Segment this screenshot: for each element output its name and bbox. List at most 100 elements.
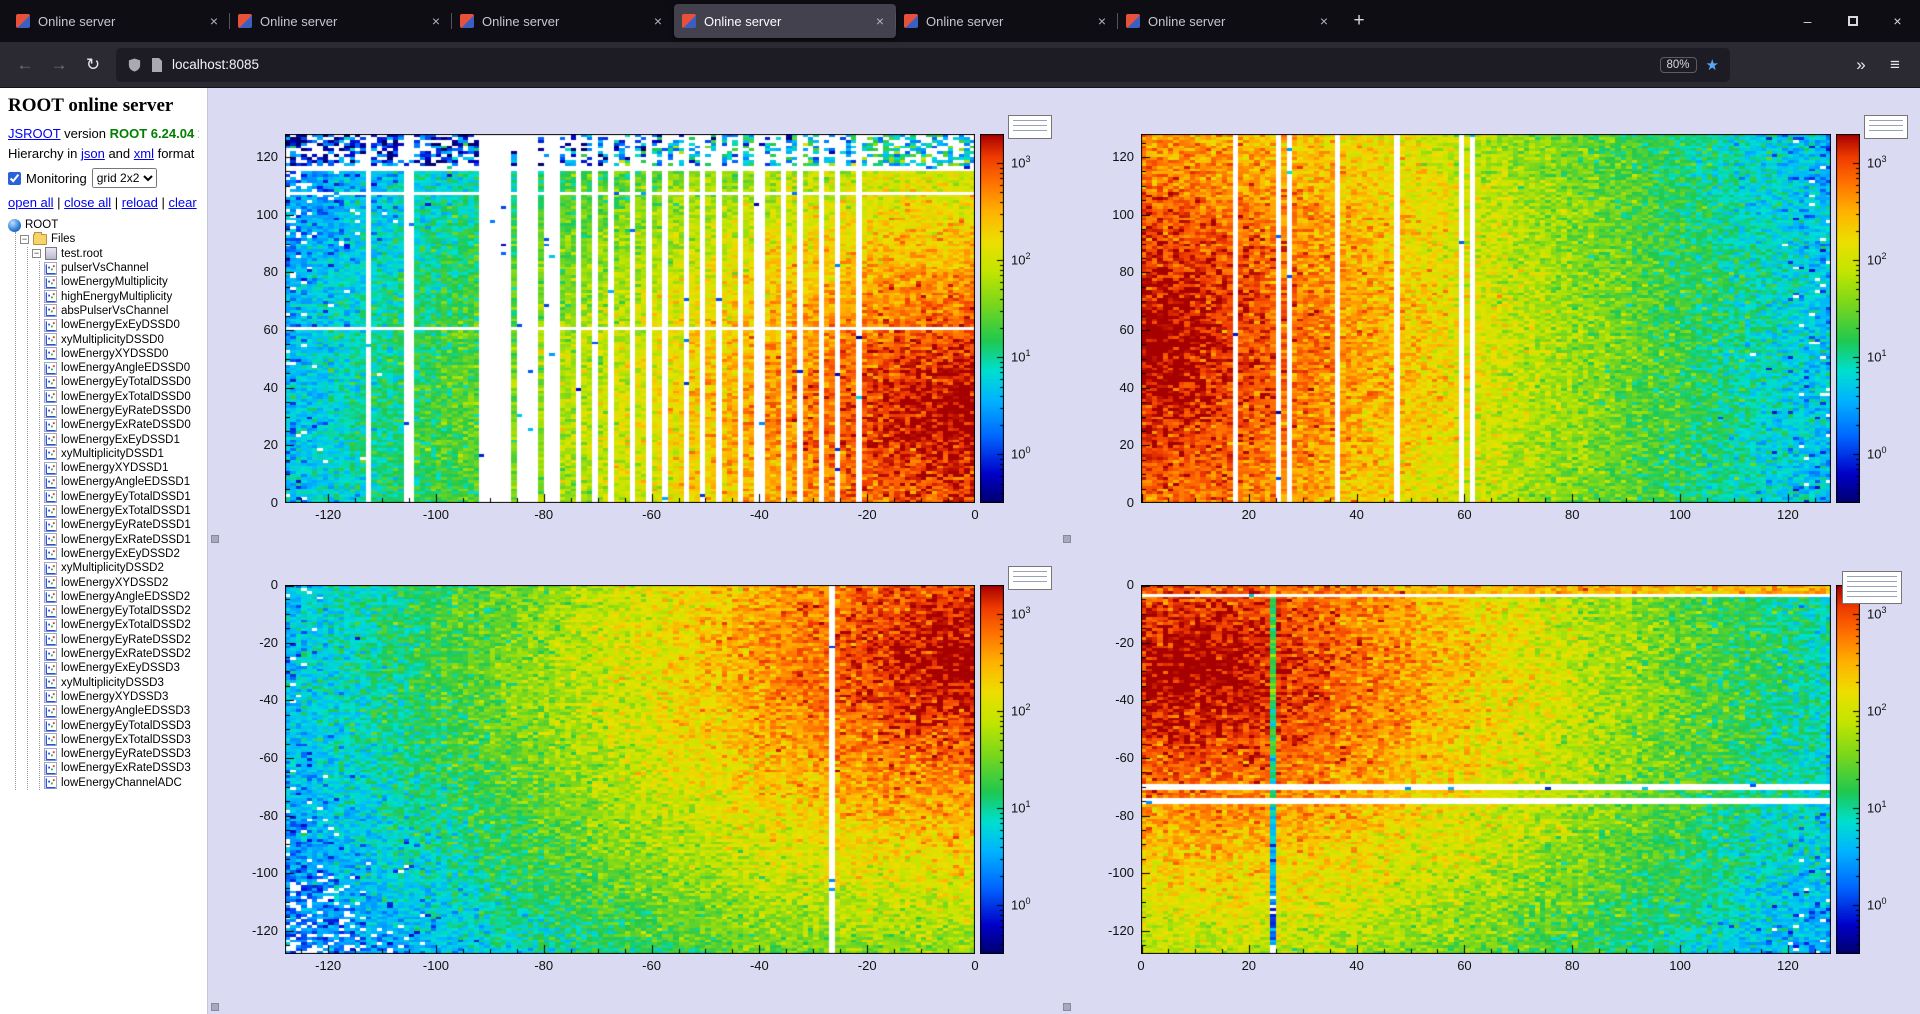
layout-select[interactable]: grid 2x2 [92,168,157,188]
new-tab-button[interactable]: + [1344,6,1374,36]
tree-item[interactable]: lowEnergyEyRateDSSD0 [44,404,199,418]
tree-item[interactable]: xyMultiplicityDSSD0 [44,332,199,346]
heatmap-canvas[interactable] [285,585,975,954]
tab[interactable]: Online server× [8,4,230,38]
heatmap-canvas[interactable] [1141,585,1831,954]
jsroot-link[interactable]: JSROOT [8,126,61,141]
action-clear[interactable]: clear [168,195,196,210]
tree-item[interactable]: lowEnergyEyTotalDSSD1 [44,490,199,504]
splitter-handle[interactable] [211,1003,219,1011]
reload-button[interactable]: ↻ [76,48,110,82]
colorbar[interactable] [1836,585,1860,954]
tree-item[interactable]: lowEnergyExRateDSSD1 [44,533,199,547]
tab-close-button[interactable]: × [1094,13,1110,29]
tree-item[interactable]: absPulserVsChannel [44,304,199,318]
tree-item-label: lowEnergyEyRateDSSD2 [61,634,191,646]
tree-item[interactable]: lowEnergyExTotalDSSD0 [44,390,199,404]
tree-item[interactable]: lowEnergyExTotalDSSD3 [44,733,199,747]
tab[interactable]: Online server× [230,4,452,38]
tree-item[interactable]: xyMultiplicityDSSD3 [44,676,199,690]
shield-icon[interactable] [127,57,142,73]
colorbar[interactable] [980,585,1004,954]
action-open-all[interactable]: open all [8,195,54,210]
x-tick-label: 100 [1669,958,1691,973]
forward-button[interactable]: → [42,48,76,82]
tab-close-button[interactable]: × [872,13,888,29]
tree-item[interactable]: lowEnergyEyRateDSSD3 [44,747,199,761]
tab-close-button[interactable]: × [206,13,222,29]
tree-item[interactable]: lowEnergyExRateDSSD2 [44,647,199,661]
tree-item[interactable]: lowEnergyAngleEDSSD2 [44,590,199,604]
heatmap-canvas[interactable] [1141,134,1831,503]
tree-item[interactable]: lowEnergyAngleEDSSD1 [44,475,199,489]
tree-item[interactable]: lowEnergyExRateDSSD0 [44,418,199,432]
tab[interactable]: Online server× [674,4,896,38]
colorbar[interactable] [980,134,1004,503]
colorbar[interactable] [1836,134,1860,503]
overflow-button[interactable]: » [1844,48,1878,82]
tree-item[interactable]: lowEnergyEyTotalDSSD2 [44,604,199,618]
menu-button[interactable]: ≡ [1878,48,1912,82]
action-close-all[interactable]: close all [64,195,111,210]
tree-toggle-icon[interactable]: − [20,235,29,244]
back-button[interactable]: ← [8,48,42,82]
tree-item[interactable]: lowEnergyMultiplicity [44,275,199,289]
y-tick-label: 120 [208,149,278,164]
stats-box[interactable] [1008,115,1052,139]
tree-item[interactable]: lowEnergyExTotalDSSD2 [44,618,199,632]
json-link[interactable]: json [81,146,105,161]
tree-item[interactable]: lowEnergyEyTotalDSSD3 [44,718,199,732]
tab[interactable]: Online server× [1118,4,1340,38]
page-info-icon[interactable] [151,58,163,72]
tab-close-button[interactable]: × [428,13,444,29]
tree-item[interactable]: lowEnergyXYDSSD2 [44,575,199,589]
tree-item[interactable]: lowEnergyXYDSSD3 [44,690,199,704]
tree-item-file[interactable]: −test.root [32,247,199,261]
close-button[interactable]: × [1875,0,1920,42]
minimize-button[interactable]: – [1785,0,1830,42]
splitter-handle[interactable] [211,535,219,543]
tree-item[interactable]: lowEnergyChannelADC [44,776,199,790]
y-tick-label: -40 [1064,692,1134,707]
tab[interactable]: Online server× [896,4,1118,38]
monitoring-checkbox[interactable] [8,172,21,185]
tab-favicon-icon [16,14,30,28]
tree-item[interactable]: xyMultiplicityDSSD2 [44,561,199,575]
stats-box[interactable] [1008,566,1052,590]
tree-item[interactable]: lowEnergyExEyDSSD2 [44,547,199,561]
tree-item-label: pulserVsChannel [61,262,149,274]
tree-item[interactable]: lowEnergyExEyDSSD0 [44,318,199,332]
zoom-indicator[interactable]: 80% [1660,57,1697,73]
tree-item[interactable]: lowEnergyXYDSSD1 [44,461,199,475]
xml-link[interactable]: xml [134,146,154,161]
tree-item[interactable]: xyMultiplicityDSSD1 [44,447,199,461]
maximize-button[interactable] [1830,0,1875,42]
tree-item-root[interactable]: ROOT [8,218,199,232]
splitter-handle[interactable] [1063,535,1071,543]
tree-item[interactable]: lowEnergyEyRateDSSD1 [44,518,199,532]
tree-toggle-icon[interactable]: − [32,249,41,258]
tree-item[interactable]: pulserVsChannel [44,261,199,275]
tree-item[interactable]: lowEnergyExTotalDSSD1 [44,504,199,518]
url-bar[interactable]: localhost:8085 80% ★ [116,48,1730,82]
tree-item[interactable]: lowEnergyEyTotalDSSD0 [44,375,199,389]
tab[interactable]: Online server× [452,4,674,38]
tree-item[interactable]: highEnergyMultiplicity [44,289,199,303]
bookmark-star-icon[interactable]: ★ [1706,56,1719,74]
tab-close-button[interactable]: × [1316,13,1332,29]
stats-box[interactable] [1864,115,1908,139]
stats-box[interactable] [1842,571,1902,604]
tree-item[interactable]: lowEnergyEyRateDSSD2 [44,633,199,647]
heatmap-canvas[interactable] [285,134,975,503]
tree-item[interactable]: lowEnergyExEyDSSD1 [44,432,199,446]
tree-item[interactable]: lowEnergyAngleEDSSD0 [44,361,199,375]
action-reload[interactable]: reload [122,195,158,210]
tree-item[interactable]: lowEnergyExRateDSSD3 [44,761,199,775]
tree-item[interactable]: lowEnergyAngleEDSSD3 [44,704,199,718]
splitter-handle[interactable] [1063,1003,1071,1011]
tree-item[interactable]: lowEnergyXYDSSD0 [44,347,199,361]
tree-item-files[interactable]: −Files [20,232,199,246]
tree-item[interactable]: lowEnergyExEyDSSD3 [44,661,199,675]
tree-item-label: lowEnergyExRateDSSD1 [61,534,191,546]
tab-close-button[interactable]: × [650,13,666,29]
